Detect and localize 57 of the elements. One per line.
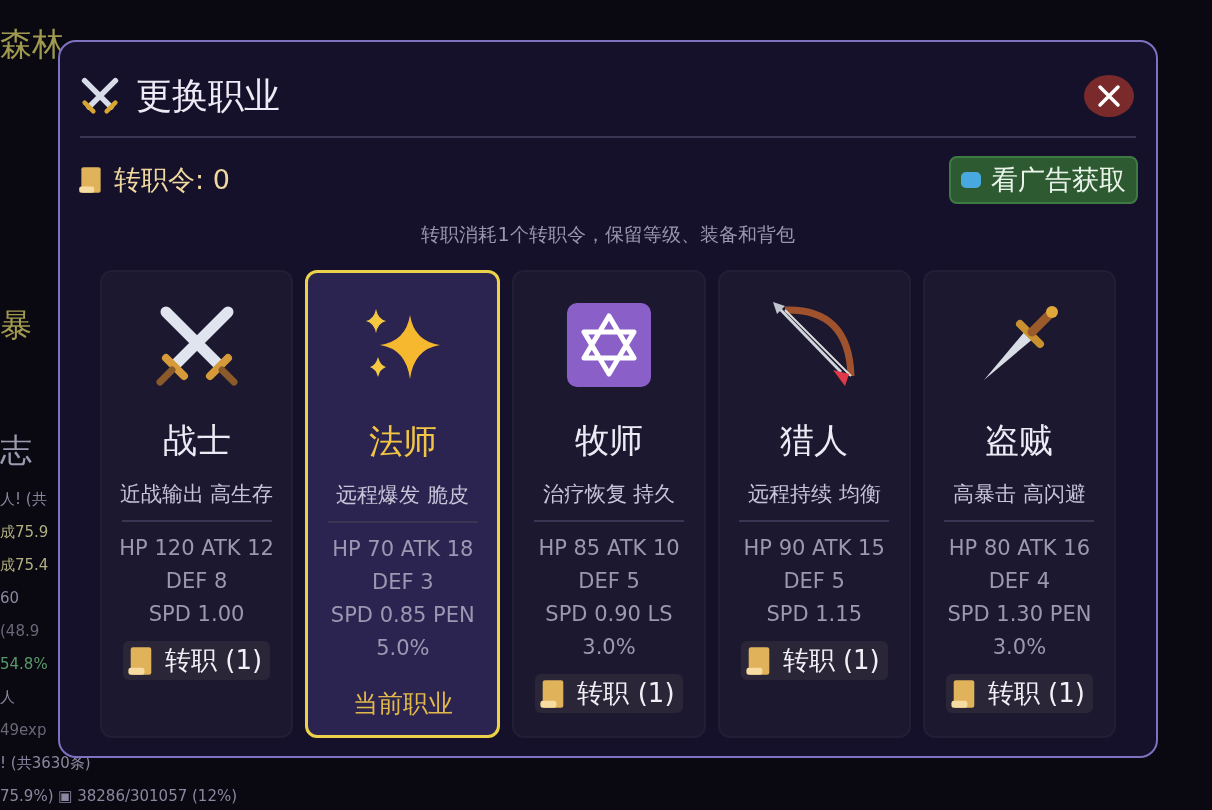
- class-card[interactable]: 猎人 远程持续 均衡 HP 90 ATK 15 DEF 5 SPD 1.15 转职 (1): [717, 270, 911, 738]
- stat-text: HP 90 ATK 15: [743, 535, 885, 562]
- log-text: 54.8%: [0, 654, 48, 675]
- class-name: 牧师: [575, 419, 643, 462]
- log-text: 成75.4: [0, 555, 49, 576]
- stat-text: HP 120 ATK 12: [119, 535, 274, 562]
- stat-text: DEF 5: [578, 568, 640, 595]
- change-class-button[interactable]: 转职 (1): [740, 641, 888, 680]
- stat-text: 3.0%: [992, 634, 1047, 661]
- close-button[interactable]: [1084, 75, 1134, 117]
- stat-text: SPD 1.15: [766, 601, 862, 628]
- stat-text: SPD 1.00: [148, 601, 245, 628]
- dialog-title: 更换职业: [136, 73, 281, 118]
- stat-text: SPD 0.85 PEN: [330, 602, 475, 629]
- log-text: 49exp: [0, 720, 47, 741]
- stat-text: HP 85 ATK 10: [538, 535, 680, 562]
- log-text: 60: [0, 588, 20, 609]
- stat-text: DEF 5: [783, 568, 845, 595]
- class-description: 远程爆发 脆皮: [336, 482, 470, 509]
- stat-text: DEF 3: [372, 569, 434, 596]
- class-name: 猎人: [780, 419, 849, 462]
- stat-text: SPD 0.90 LS: [545, 601, 673, 628]
- class-description: 治疗恢复 持久: [542, 481, 676, 508]
- log-text: 志: [0, 430, 32, 471]
- class-description: 远程持续 均衡: [747, 481, 881, 508]
- class-name: 法师: [368, 420, 437, 463]
- class-card[interactable]: 法师 远程爆发 脆皮 HP 70 ATK 18 DEF 3 SPD 0.85 PEN 5.0% 当前职业: [305, 270, 501, 738]
- class-card[interactable]: 战士 近战输出 高生存 HP 120 ATK 12 DEF 8 SPD 1.00 转职 (1): [100, 270, 294, 738]
- change-class-button[interactable]: 转职 (1): [535, 674, 683, 713]
- change-class-button[interactable]: 转职 (1): [945, 674, 1093, 713]
- info-text: 转职消耗1个转职令，保留等级、装备和背包: [420, 222, 796, 247]
- stat-text: SPD 1.30 PEN: [947, 601, 1092, 628]
- log-text: 暴: [0, 305, 32, 346]
- stat-text: HP 70 ATK 18: [332, 536, 474, 563]
- stat-text: DEF 4: [988, 568, 1051, 595]
- class-name: 盗贼: [985, 419, 1054, 462]
- class-description: 近战输出 高生存: [119, 481, 274, 508]
- log-text: (48.9: [0, 621, 40, 642]
- log-text: 人! (共: [0, 489, 47, 510]
- scroll-icon: [78, 165, 104, 195]
- log-text: 75.9%) ▣ 38286/301057 (12%): [0, 786, 238, 807]
- log-text: 人: [0, 687, 15, 708]
- class-description: 高暴击 高闪避: [953, 481, 1086, 508]
- current-class-label: 当前职业: [352, 688, 453, 720]
- stat-text: HP 80 ATK 16: [948, 535, 1091, 562]
- star-of-david-icon: [564, 300, 654, 390]
- change-class-button[interactable]: 转职 (1): [123, 641, 271, 680]
- stat-text: 5.0%: [376, 635, 430, 662]
- stat-text: DEF 8: [165, 568, 228, 595]
- watch-ad-button[interactable]: 看广告获取: [949, 156, 1138, 204]
- class-card[interactable]: 牧师 治疗恢复 持久 HP 85 ATK 10 DEF 5 SPD 0.90 LS 3.0% 转职 (1): [512, 270, 706, 738]
- stat-text: 3.0%: [582, 634, 636, 661]
- log-text: 森林: [0, 24, 64, 65]
- token-count: 转职令: 0: [114, 163, 231, 197]
- class-card[interactable]: 盗贼 高暴击 高闪避 HP 80 ATK 16 DEF 4 SPD 1.30 PEN 3.0% 转职 (1): [922, 270, 1116, 738]
- log-text: 成75.9: [0, 522, 49, 543]
- class-name: 战士: [162, 419, 231, 462]
